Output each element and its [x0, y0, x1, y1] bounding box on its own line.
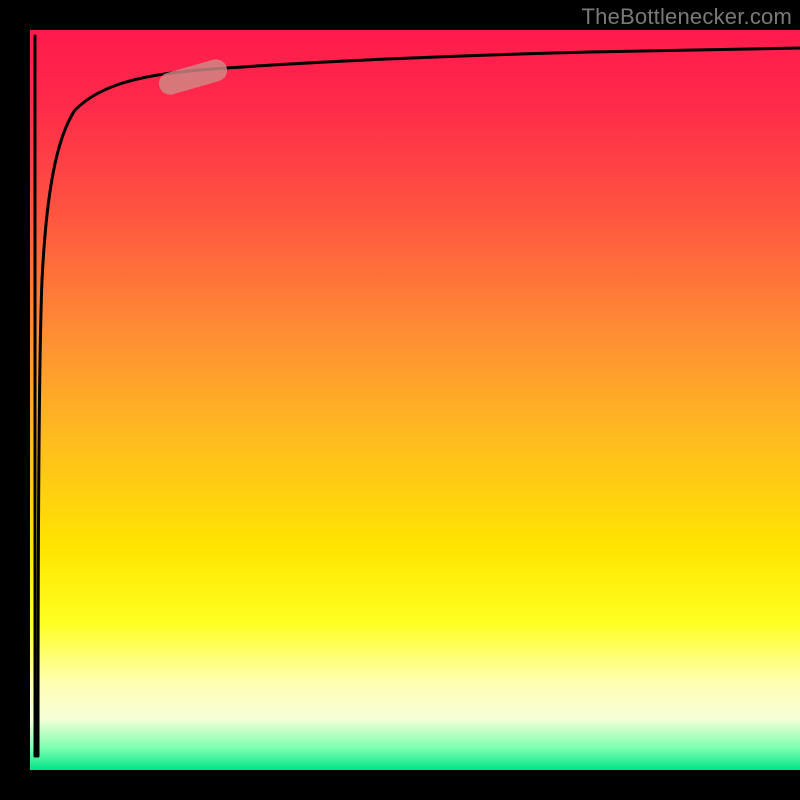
chart-stage: TheBottlenecker.com	[0, 0, 800, 800]
bottleneck-curve-path	[35, 36, 800, 756]
curve-layer	[30, 30, 800, 770]
plot-area	[30, 30, 800, 770]
highlight-marker	[156, 57, 229, 97]
watermark-text: TheBottlenecker.com	[582, 4, 792, 30]
